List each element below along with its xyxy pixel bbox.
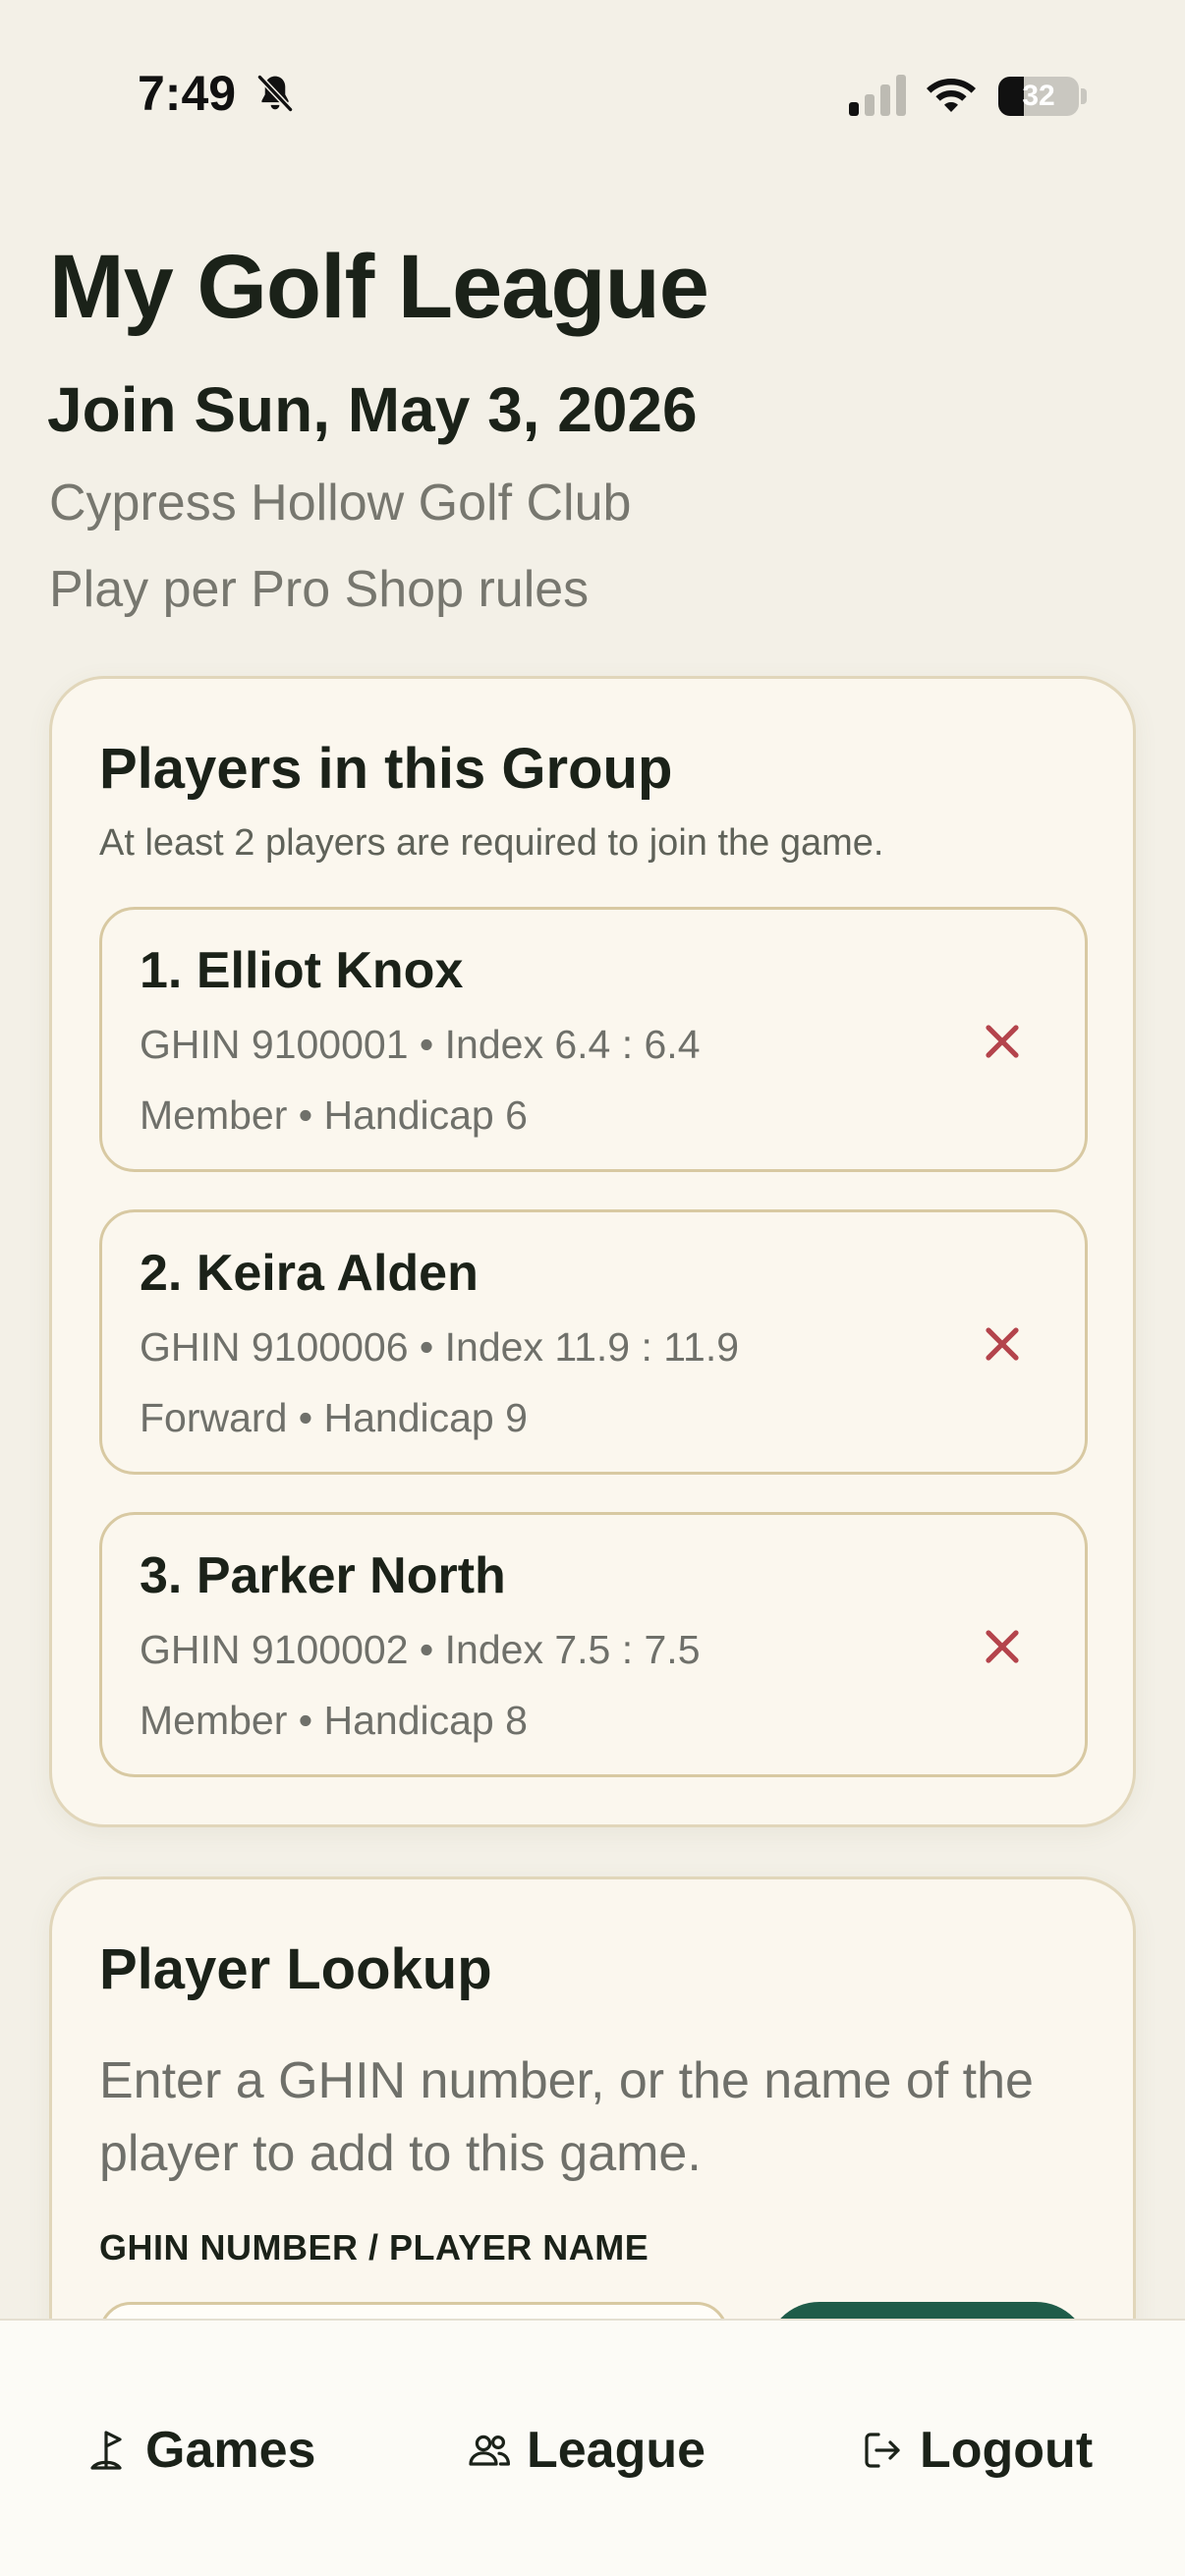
battery-icon: 32 [998,77,1079,116]
users-icon [469,2435,510,2466]
ghin-field-label: GHIN NUMBER / PLAYER NAME [99,2227,649,2268]
group-title: Players in this Group [99,737,673,801]
player-name: 1. Elliot Knox [140,942,464,999]
close-icon [986,1327,1019,1361]
player-tee-handicap: Member • Handicap 8 [140,1698,528,1743]
player-ghin-index: GHIN 9100002 • Index 7.5 : 7.5 [140,1627,701,1672]
page-title: My Golf League [49,237,709,337]
nav-games[interactable]: Games [85,2411,315,2490]
nav-league[interactable]: League [466,2411,705,2490]
golf-flag-icon [90,2431,122,2470]
join-date: Join Sun, May 3, 2026 [47,374,698,445]
player-card[interactable]: 1. Elliot Knox GHIN 9100001 • Index 6.4 … [99,907,1088,1172]
player-ghin-index: GHIN 9100006 • Index 11.9 : 11.9 [140,1324,740,1370]
close-icon [986,1025,1019,1058]
bottom-nav: Games League Logout [0,2319,1185,2576]
player-card[interactable]: 3. Parker North GHIN 9100002 • Index 7.5… [99,1512,1088,1777]
battery-cap [1081,88,1087,104]
cellular-signal-icon [849,75,906,116]
rules-text: Play per Pro Shop rules [49,561,590,618]
player-card[interactable]: 2. Keira Alden GHIN 9100006 • Index 11.9… [99,1209,1088,1475]
nav-league-label: League [527,2422,706,2479]
close-icon [986,1630,1019,1663]
lookup-title: Player Lookup [99,1937,492,2001]
player-tee-handicap: Member • Handicap 6 [140,1092,528,1138]
nav-logout-label: Logout [920,2422,1094,2479]
app-screen: 7:49 32 My Golf League Join Sun, May 3, … [0,0,1185,2576]
player-name: 2. Keira Alden [140,1245,479,1302]
player-tee-handicap: Forward • Handicap 9 [140,1395,528,1440]
nav-logout[interactable]: Logout [859,2411,1093,2490]
player-ghin-index: GHIN 9100001 • Index 6.4 : 6.4 [140,1022,701,1067]
lookup-description: Enter a GHIN number, or the name of the … [99,2052,1034,2182]
wifi-icon [927,79,976,112]
club-name: Cypress Hollow Golf Club [49,475,632,532]
status-time: 7:49 [138,66,237,121]
player-name: 3. Parker North [140,1547,506,1604]
remove-player-button[interactable] [975,1619,1030,1674]
remove-player-button[interactable] [975,1316,1030,1372]
logout-icon [865,2433,900,2468]
battery-level: 32 [1022,80,1055,112]
nav-games-label: Games [145,2422,316,2479]
remove-player-button[interactable] [975,1014,1030,1069]
players-group-card: Players in this Group At least 2 players… [49,676,1136,1827]
group-subtitle: At least 2 players are required to join … [99,822,884,864]
status-bar: 7:49 32 [0,0,1185,177]
bell-slash-icon [256,74,294,113]
